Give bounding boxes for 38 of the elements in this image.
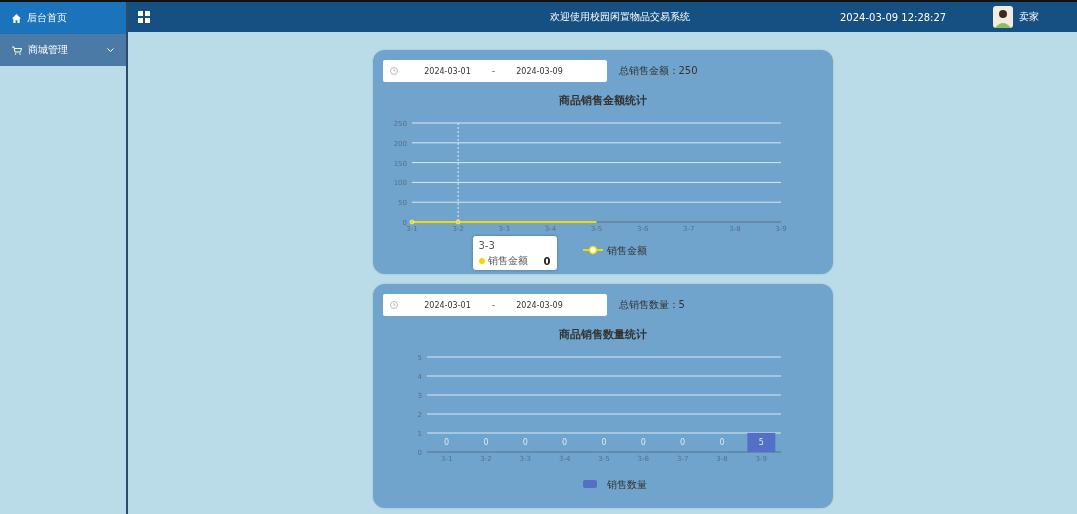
sidebar-label: 商城管理: [28, 43, 69, 57]
legend-swatch-icon: [582, 480, 597, 488]
clock-icon: [389, 67, 398, 75]
value-label: 0: [718, 438, 725, 447]
cart-icon: [12, 45, 22, 55]
value-label: 0: [640, 438, 646, 447]
value-label: 0: [443, 438, 449, 447]
data-point: [409, 219, 414, 225]
value-label: 0: [522, 438, 528, 447]
grid-menu-icon[interactable]: [138, 11, 150, 23]
sidebar-label: 后台首页: [27, 11, 68, 25]
value-label: 0: [600, 438, 607, 447]
value-label: 0: [482, 438, 489, 447]
tooltip-value: 0: [543, 255, 551, 267]
user-name[interactable]: 卖家: [1019, 10, 1039, 24]
date-range-field[interactable]: 2024-03-01 - 2024-03-09: [382, 60, 607, 82]
app-title: 欢迎使用校园闲置物品交易系统: [550, 10, 691, 24]
value-label: 0: [561, 438, 567, 447]
chart-title: 商品销售数量统计: [557, 327, 648, 342]
sidebar-item[interactable]: 后台首页: [0, 2, 126, 34]
value-label: 0: [679, 438, 685, 447]
total-text: 总销售金额：250: [618, 64, 698, 78]
data-point: [455, 219, 460, 225]
legend-label: 销售金额: [606, 245, 647, 256]
tooltip-title: 3-3: [478, 240, 496, 251]
total-text: 总销售数量：5: [618, 298, 685, 312]
datetime: 2024-03-09 12:28:27: [840, 11, 948, 23]
chart-title: 商品销售金额统计: [557, 93, 648, 108]
avatar-icon[interactable]: [993, 6, 1013, 28]
tooltip-series: 销售金额: [487, 254, 528, 268]
legend-line-icon: [581, 245, 604, 255]
home-icon: [12, 13, 21, 23]
bar: [746, 433, 775, 452]
date-range-field[interactable]: 2024-03-01 - 2024-03-09: [382, 294, 607, 316]
sidebar-item[interactable]: 商城管理: [0, 34, 126, 66]
value-label: 5: [758, 438, 764, 447]
legend-label: 销售数量: [606, 479, 647, 490]
clock-icon: [389, 301, 398, 309]
